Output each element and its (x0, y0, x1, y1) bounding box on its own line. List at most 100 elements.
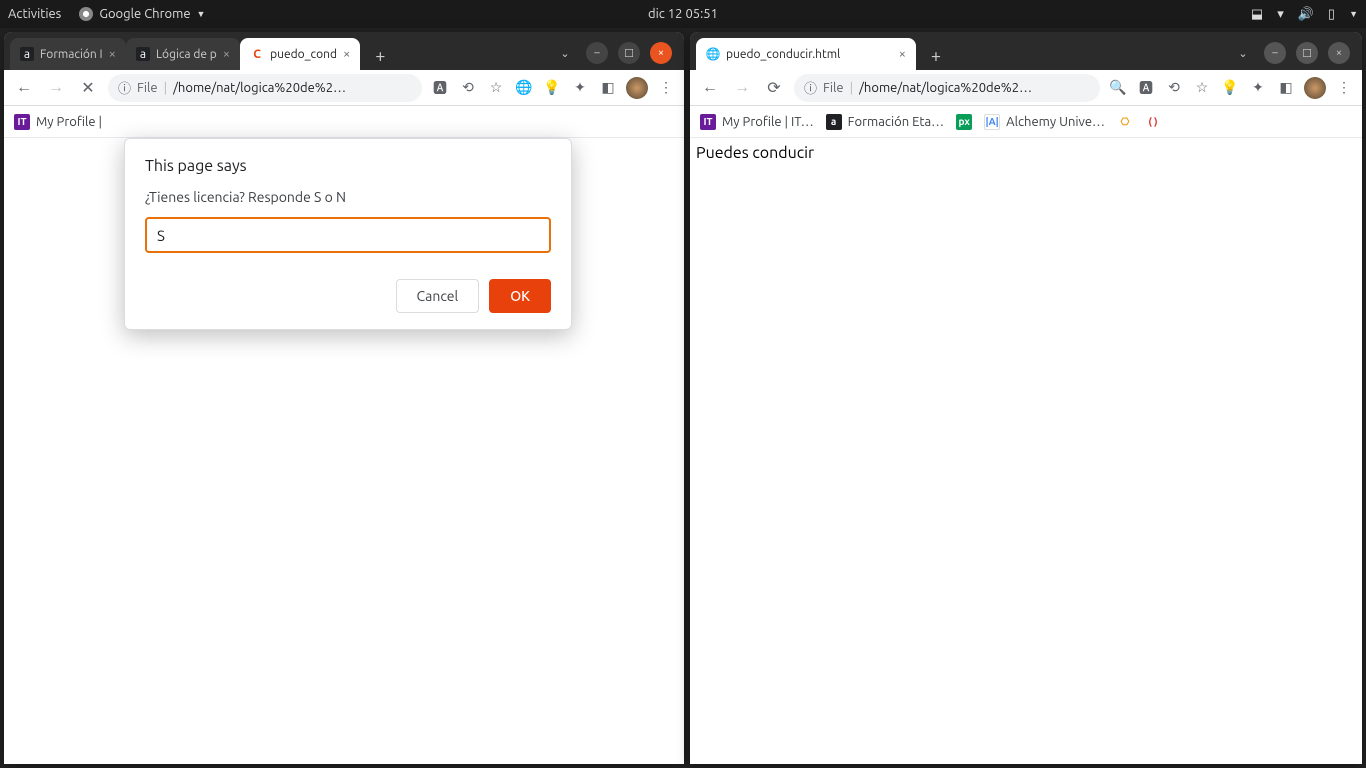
page-body-text: Puedes conducir (696, 144, 814, 162)
bookmark-favicon-icon: IT (14, 114, 30, 130)
back-button[interactable]: ← (698, 78, 722, 97)
minimize-button[interactable]: – (1264, 42, 1286, 64)
tab-favicon-icon: C (250, 47, 264, 61)
tab-formacion[interactable]: a Formación I × (10, 38, 126, 70)
forward-button[interactable]: → (44, 78, 68, 97)
tab-favicon-icon: a (136, 47, 150, 61)
bookmark-pexels[interactable]: px (956, 114, 972, 130)
bookmark-ext2[interactable]: ( ) (1145, 114, 1161, 130)
extensions-icon[interactable]: ✦ (570, 78, 590, 98)
tab-puedo-conducir[interactable]: 🌐 puedo_conducir.html × (696, 38, 916, 70)
lightbulb-ext-icon[interactable]: 💡 (1220, 78, 1240, 98)
tab-bar: a Formación I × a Lógica de p × C puedo_… (4, 32, 684, 70)
maximize-button[interactable]: ☐ (618, 42, 640, 64)
bookmark-favicon-icon: px (956, 114, 972, 130)
share-icon[interactable]: ⟲ (1164, 78, 1184, 98)
tab-close-icon[interactable]: × (109, 47, 116, 61)
url-path: /home/nat/logica%20de%2… (173, 81, 346, 95)
extensions-icon[interactable]: ✦ (1248, 78, 1268, 98)
activities-button[interactable]: Activities (8, 7, 61, 21)
sidepanel-icon[interactable]: ◧ (598, 78, 618, 98)
new-tab-button[interactable]: + (922, 42, 950, 70)
bookmark-label: My Profile | IT… (722, 115, 814, 129)
bookmark-star-icon[interactable]: ☆ (486, 78, 506, 98)
sidepanel-icon[interactable]: ◧ (1276, 78, 1296, 98)
bookmarks-bar: IT My Profile | IT… a Formación Eta… px … (690, 106, 1362, 138)
share-icon[interactable]: ⟲ (458, 78, 478, 98)
tab-close-icon[interactable]: × (343, 47, 350, 61)
tab-puedo-conducir[interactable]: C puedo_cond × (240, 38, 360, 70)
close-window-button[interactable]: × (1328, 42, 1350, 64)
bookmark-label: Formación Eta… (848, 115, 944, 129)
tab-search-icon[interactable]: ⌄ (554, 42, 576, 64)
site-info-icon[interactable]: ⓘ (804, 78, 817, 97)
top-panel: Activities Google Chrome ▼ dic 12 05:51 … (0, 0, 1366, 28)
kebab-menu-icon[interactable]: ⋮ (656, 78, 676, 98)
bookmark-label: Alchemy Unive… (1006, 115, 1105, 129)
reload-button[interactable]: ⟳ (762, 78, 786, 97)
dropbox-icon[interactable]: ⬓ (1251, 7, 1263, 22)
window-controls: ⌄ – ☐ × (554, 42, 678, 70)
site-info-icon[interactable]: ⓘ (118, 78, 131, 97)
tab-close-icon[interactable]: × (899, 47, 906, 61)
lightbulb-ext-icon[interactable]: 💡 (542, 78, 562, 98)
new-tab-button[interactable]: + (366, 42, 394, 70)
dialog-ok-button[interactable]: OK (489, 279, 551, 313)
kebab-menu-icon[interactable]: ⋮ (1334, 78, 1354, 98)
maximize-button[interactable]: ☐ (1296, 42, 1318, 64)
chrome-icon (79, 7, 93, 21)
gtranslate-ext-icon[interactable]: 🌐 (514, 78, 534, 98)
wifi-icon[interactable]: ▾ (1277, 7, 1284, 22)
tab-favicon-icon: 🌐 (706, 47, 720, 61)
scheme-label: File (137, 81, 158, 95)
tab-favicon-icon: a (20, 47, 34, 61)
profile-avatar[interactable] (1304, 77, 1326, 99)
dialog-input[interactable] (145, 217, 551, 253)
forward-button[interactable]: → (730, 78, 754, 97)
chrome-window-right: 🌐 puedo_conducir.html × + ⌄ – ☐ × ← → ⟳ … (690, 32, 1362, 764)
toolbar: ← → ⟳ ⓘ File | /home/nat/logica%20de%2… … (690, 70, 1362, 106)
window-controls: ⌄ – ☐ × (1232, 42, 1356, 70)
bookmark-favicon-icon: a (826, 114, 842, 130)
bookmark-favicon-icon: ⎔ (1117, 114, 1133, 130)
profile-avatar[interactable] (626, 77, 648, 99)
address-bar[interactable]: ⓘ File | /home/nat/logica%20de%2… (794, 74, 1100, 102)
tab-search-icon[interactable]: ⌄ (1232, 42, 1254, 64)
tab-title: puedo_conducir.html (726, 48, 893, 61)
bookmark-my-profile[interactable]: IT My Profile | IT… (700, 114, 814, 130)
dialog-cancel-button[interactable]: Cancel (396, 279, 480, 313)
close-window-button[interactable]: × (650, 42, 672, 64)
dialog-message: ¿Tienes licencia? Responde S o N (145, 189, 551, 205)
toolbar: ← → ✕ ⓘ File | /home/nat/logica%20de%2… … (4, 70, 684, 106)
clock[interactable]: dic 12 05:51 (648, 7, 718, 21)
tab-logica[interactable]: a Lógica de p × (126, 38, 240, 70)
bookmark-label: My Profile | (36, 115, 102, 129)
back-button[interactable]: ← (12, 78, 36, 97)
page-content: Puedes conducir (690, 138, 1362, 764)
url-path: /home/nat/logica%20de%2… (859, 81, 1032, 95)
bookmark-star-icon[interactable]: ☆ (1192, 78, 1212, 98)
tab-close-icon[interactable]: × (223, 47, 230, 61)
search-icon[interactable]: 🔍 (1108, 78, 1128, 98)
bookmark-ext1[interactable]: ⎔ (1117, 114, 1133, 130)
system-menu-chevron-icon[interactable]: ▼ (1349, 9, 1358, 19)
bookmark-formacion[interactable]: a Formación Eta… (826, 114, 944, 130)
minimize-button[interactable]: – (586, 42, 608, 64)
volume-icon[interactable]: 🔊 (1298, 7, 1314, 22)
translate-icon[interactable]: 🅰 (1136, 78, 1156, 98)
active-app-label: Google Chrome (99, 7, 190, 21)
bookmark-my-profile[interactable]: IT My Profile | (14, 114, 102, 130)
bookmark-alchemy[interactable]: |A| Alchemy Unive… (984, 114, 1105, 130)
active-app-indicator[interactable]: Google Chrome ▼ (79, 7, 205, 21)
page-content: This page says ¿Tienes licencia? Respond… (4, 138, 684, 764)
bookmark-favicon-icon: |A| (984, 114, 1000, 130)
js-prompt-dialog: This page says ¿Tienes licencia? Respond… (124, 138, 572, 330)
translate-icon[interactable]: 🅰 (430, 78, 450, 98)
address-bar[interactable]: ⓘ File | /home/nat/logica%20de%2… (108, 74, 422, 102)
dialog-heading: This page says (145, 157, 551, 175)
stop-button[interactable]: ✕ (76, 78, 100, 97)
battery-icon[interactable]: ▯ (1328, 7, 1335, 22)
tab-title: Formación I (40, 48, 103, 61)
scheme-label: File (823, 81, 844, 95)
chrome-window-left: a Formación I × a Lógica de p × C puedo_… (4, 32, 684, 764)
